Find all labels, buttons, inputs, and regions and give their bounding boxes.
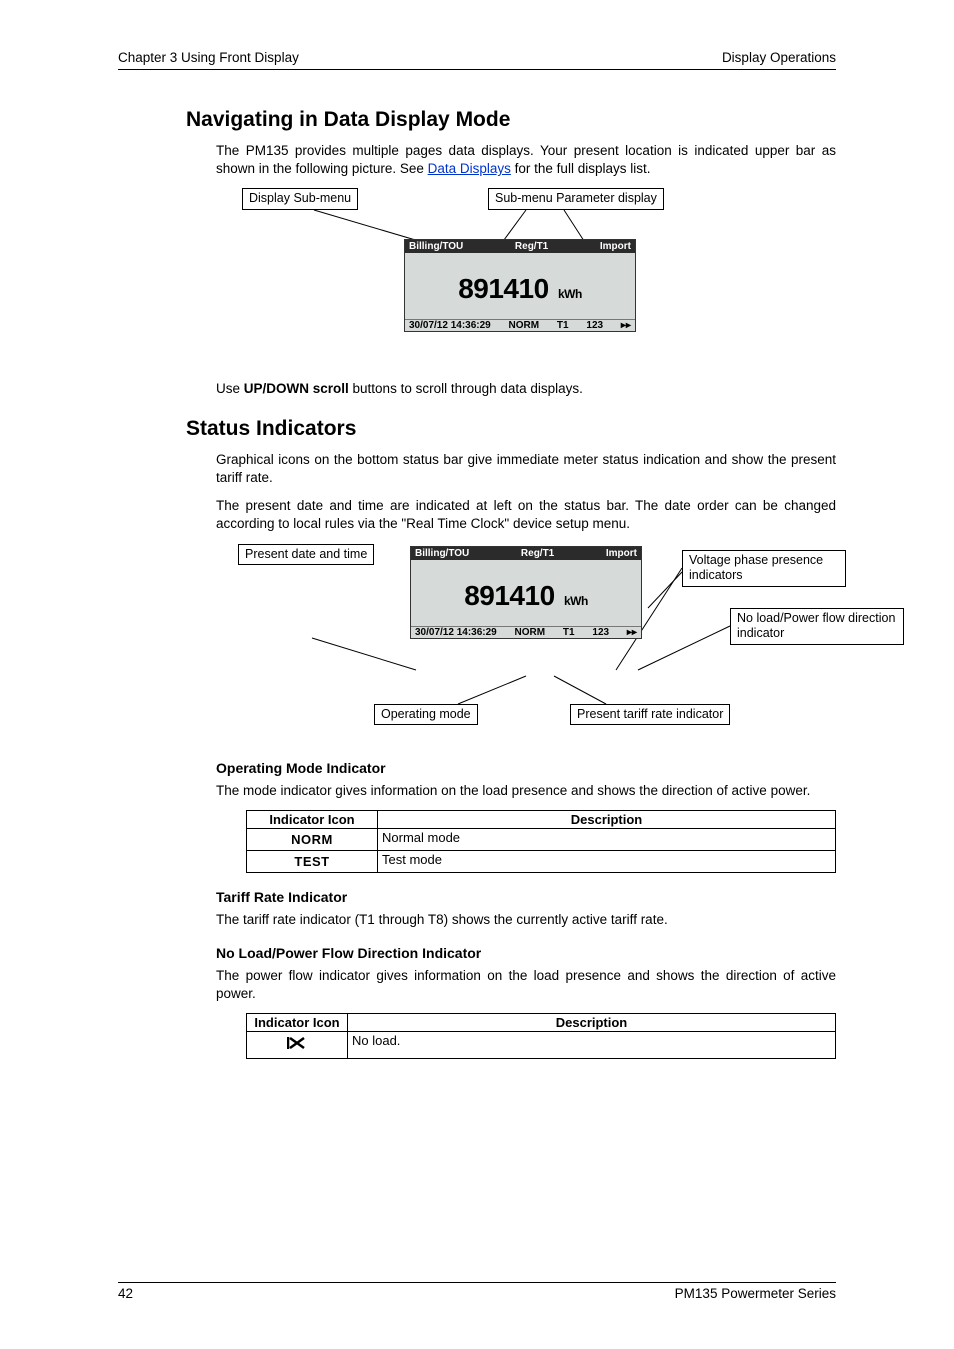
tariff-desc: The tariff rate indicator (T1 through T8… <box>216 911 836 929</box>
th-description-2: Description <box>348 1014 836 1032</box>
th-description: Description <box>378 810 836 828</box>
lcd-status-phase: 123 <box>586 320 603 331</box>
callout-submenu-param: Sub-menu Parameter display <box>488 188 664 210</box>
lcd2-status-mode: NORM <box>515 627 546 638</box>
lcd-status-datetime: 30/07/12 14:36:29 <box>409 320 491 331</box>
lcd-unit: kWh <box>558 287 582 301</box>
heading-noload-powerflow-indicator: No Load/Power Flow Direction Indicator <box>216 945 836 961</box>
section-heading-navigating: Navigating in Data Display Mode <box>186 108 836 132</box>
opmode-icon-test: TEST <box>247 850 378 872</box>
pflow-desc: The power flow indicator gives informati… <box>216 967 836 1003</box>
lcd2-top-mid: Reg/T1 <box>521 548 554 559</box>
lcd2-value: 891410 <box>464 580 554 611</box>
callout-noload-powerflow: No load/Power flow direction indicator <box>730 608 904 645</box>
lcd-screen-2: Billing/TOU Reg/T1 Import 891410 kWh 30/… <box>410 546 642 639</box>
lcd-value: 891410 <box>458 273 548 304</box>
lcd2-status-phase: 123 <box>592 627 609 638</box>
table-power-flow: Indicator Icon Description No load. <box>246 1013 836 1059</box>
opmode-desc-norm: Normal mode <box>378 828 836 850</box>
callout-voltage-phase: Voltage phase presence indicators <box>682 550 846 587</box>
lcd-top-left: Billing/TOU <box>409 241 463 252</box>
section1-para1: The PM135 provides multiple pages data d… <box>216 142 836 178</box>
lcd2-status-tariff: T1 <box>563 627 575 638</box>
callout-display-submenu: Display Sub-menu <box>242 188 358 210</box>
page-header: Chapter 3 Using Front Display Display Op… <box>118 50 836 70</box>
lcd-status-mode: NORM <box>509 320 540 331</box>
page-number: 42 <box>118 1286 133 1301</box>
th-indicator-icon: Indicator Icon <box>247 810 378 828</box>
callout-operating-mode: Operating mode <box>374 704 478 726</box>
link-data-displays[interactable]: Data Displays <box>428 161 511 176</box>
lcd-screen: Billing/TOU Reg/T1 Import 891410 kWh 30/… <box>404 239 636 332</box>
table-row: TEST Test mode <box>247 850 836 872</box>
table-row: NORM Normal mode <box>247 828 836 850</box>
no-load-icon <box>287 1035 307 1055</box>
diagram-status-indicators: Present date and time Voltage phase pres… <box>186 544 836 744</box>
table-header-row: Indicator Icon Description <box>247 1014 836 1032</box>
table-operating-mode: Indicator Icon Description NORM Normal m… <box>246 810 836 873</box>
lcd2-top-right: Import <box>606 548 637 559</box>
callout-tariff-rate: Present tariff rate indicator <box>570 704 730 726</box>
section1-para2: Use UP/DOWN scroll buttons to scroll thr… <box>216 380 836 398</box>
section2-para2: The present date and time are indicated … <box>216 497 836 533</box>
opmode-desc-test: Test mode <box>378 850 836 872</box>
header-right: Display Operations <box>722 50 836 65</box>
lcd2-top-left: Billing/TOU <box>415 548 469 559</box>
lcd2-status-datetime: 30/07/12 14:36:29 <box>415 627 497 638</box>
opmode-desc: The mode indicator gives information on … <box>216 782 836 800</box>
table-row: No load. <box>247 1032 836 1059</box>
callout-present-datetime: Present date and time <box>238 544 374 566</box>
lcd-top-right: Import <box>600 241 631 252</box>
pflow-desc-noload: No load. <box>348 1032 836 1059</box>
heading-tariff-rate-indicator: Tariff Rate Indicator <box>216 889 836 905</box>
section2-para1: Graphical icons on the bottom status bar… <box>216 451 836 487</box>
pflow-icon-noload <box>247 1032 348 1059</box>
section-heading-status: Status Indicators <box>186 417 836 441</box>
opmode-icon-norm: NORM <box>247 828 378 850</box>
lcd2-unit: kWh <box>564 594 588 608</box>
diagram-navigating: Display Sub-menu Sub-menu Parameter disp… <box>186 188 836 378</box>
power-flow-arrow-icon: ▸▸ <box>621 320 631 331</box>
table-header-row: Indicator Icon Description <box>247 810 836 828</box>
page-footer: 42 PM135 Powermeter Series <box>118 1282 836 1301</box>
lcd-top-mid: Reg/T1 <box>515 241 548 252</box>
header-left: Chapter 3 Using Front Display <box>118 50 299 65</box>
th-indicator-icon-2: Indicator Icon <box>247 1014 348 1032</box>
footer-series: PM135 Powermeter Series <box>675 1286 836 1301</box>
power-flow-arrow-icon-2: ▸▸ <box>627 627 637 638</box>
lcd-status-tariff: T1 <box>557 320 569 331</box>
heading-operating-mode-indicator: Operating Mode Indicator <box>216 760 836 776</box>
